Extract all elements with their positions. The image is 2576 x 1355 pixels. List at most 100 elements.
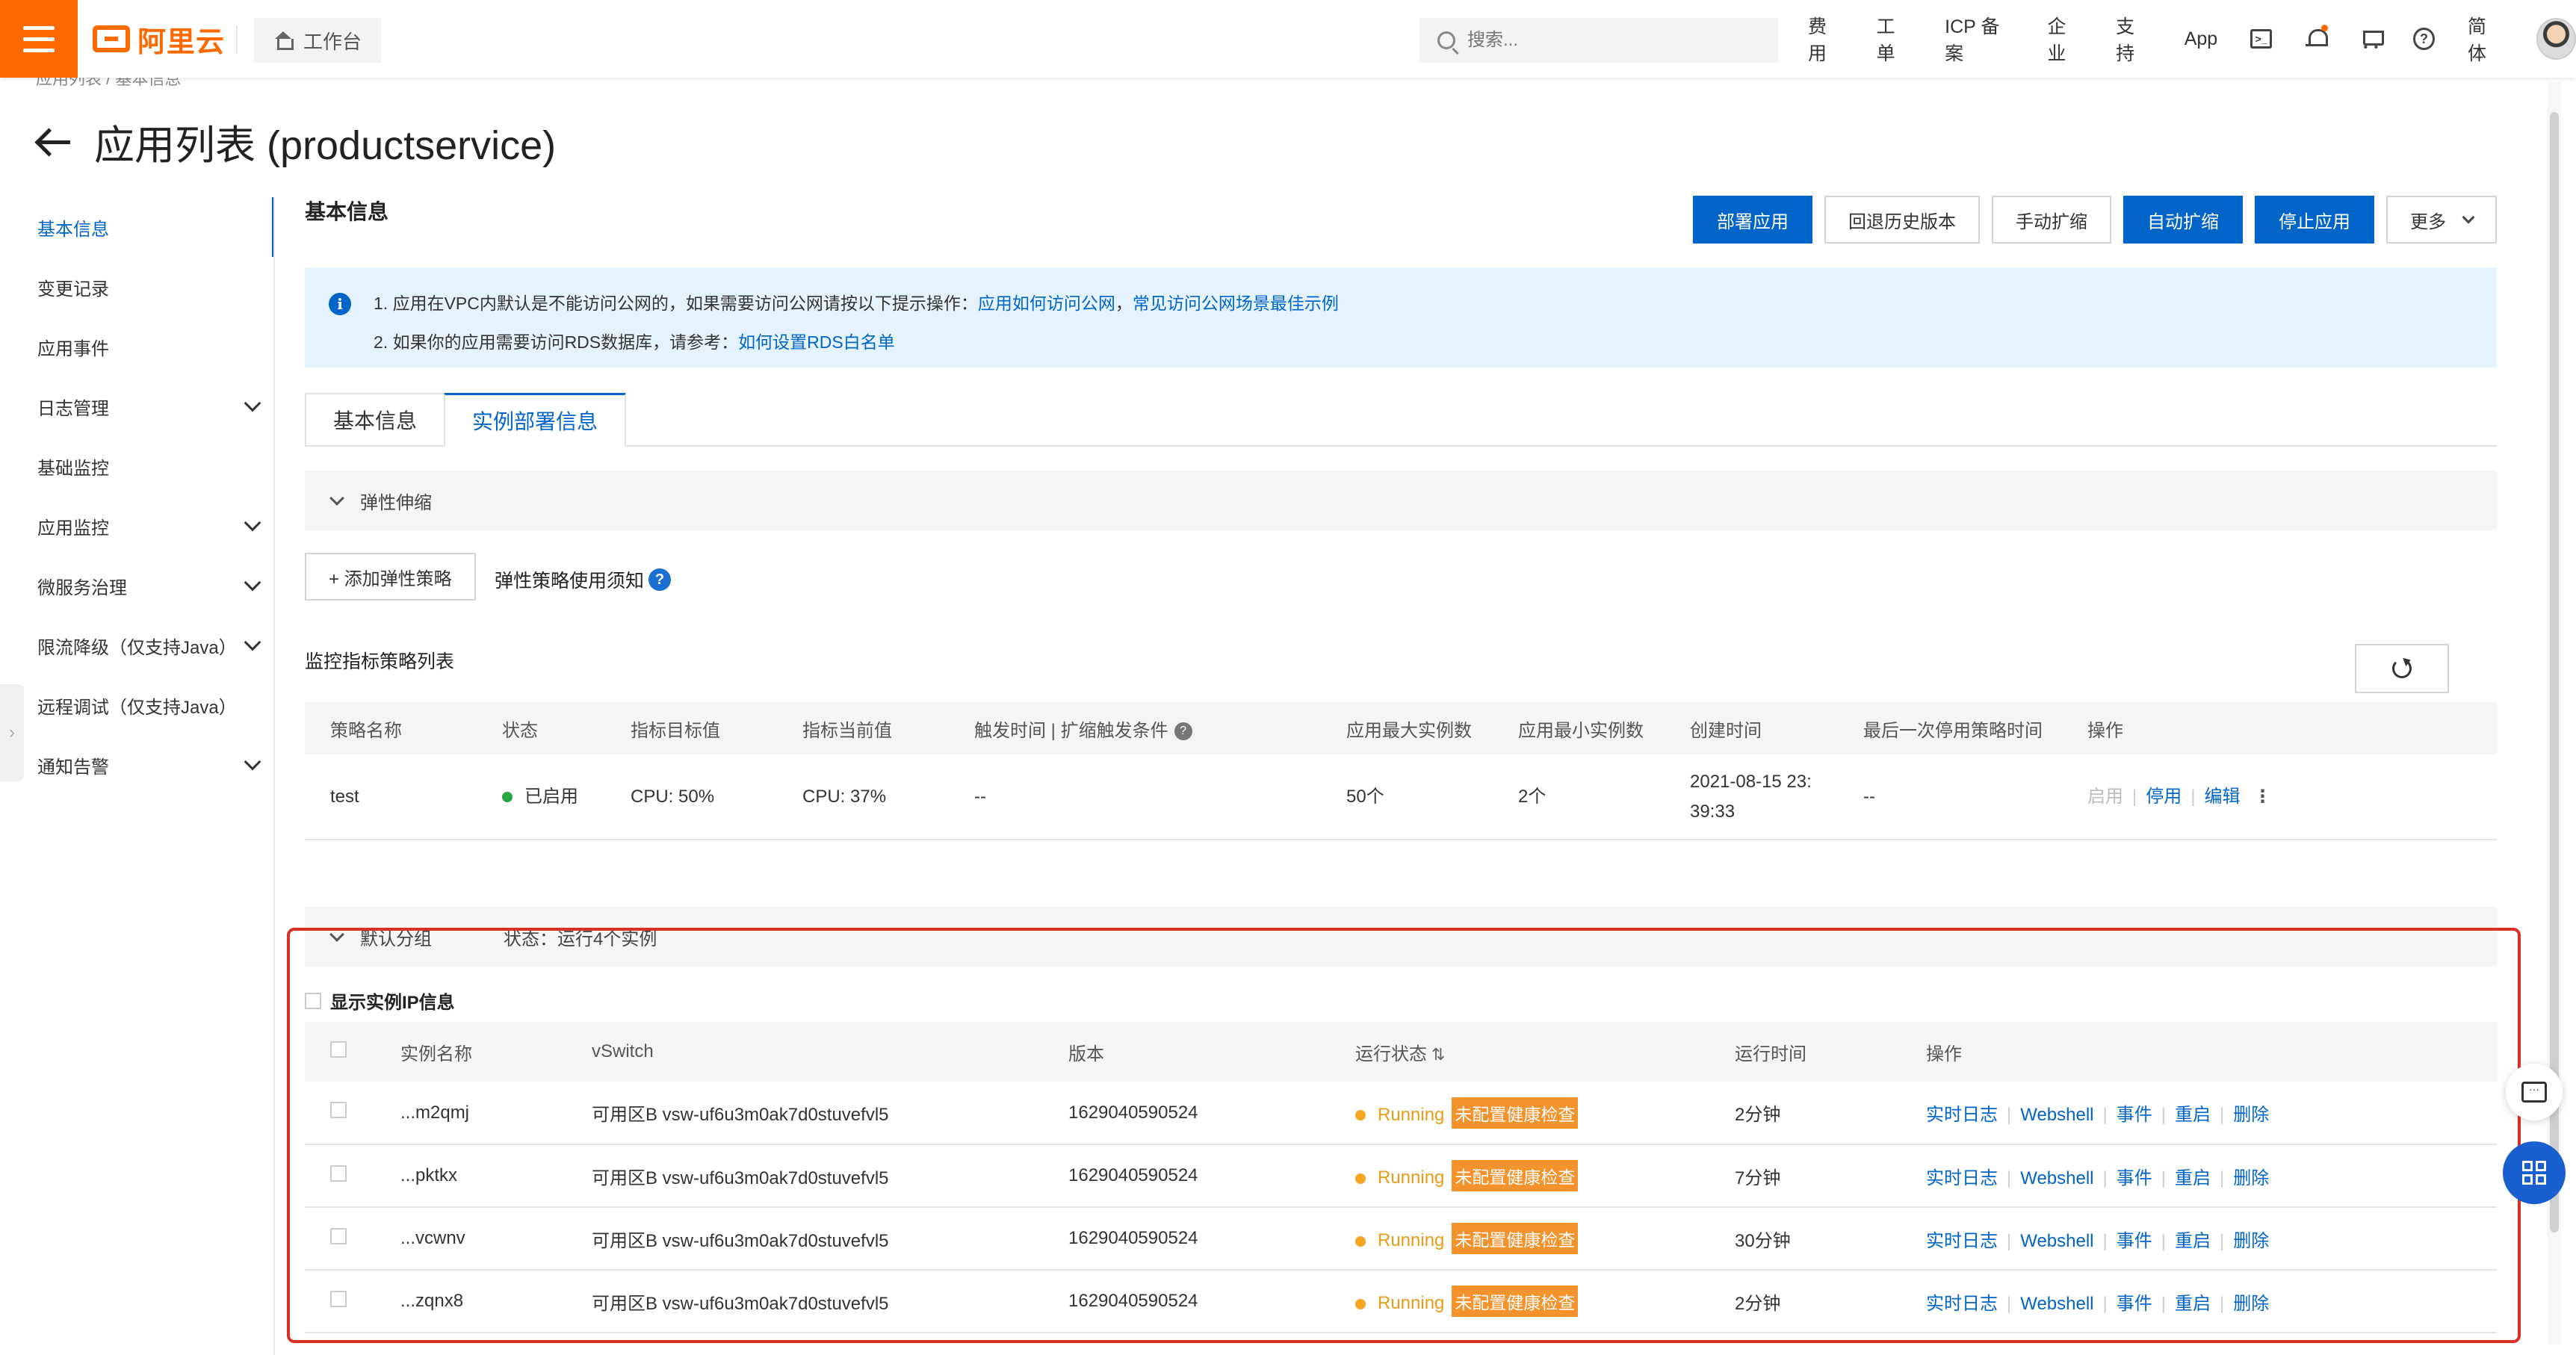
auto-scale-button[interactable]: 自动扩缩 bbox=[2123, 196, 2243, 244]
more-label: 更多 bbox=[2410, 211, 2446, 232]
tab-instance-deployment[interactable]: 实例部署信息 bbox=[444, 393, 627, 447]
help-icon[interactable]: ? bbox=[1174, 722, 1192, 741]
more-vertical-icon[interactable]: ⋮ bbox=[2253, 787, 2271, 807]
sidebar-item-microservice[interactable]: 微服务治理 bbox=[0, 556, 275, 616]
scrollbar-thumb[interactable] bbox=[2550, 112, 2559, 1232]
terminal-icon[interactable]: >_ bbox=[2250, 29, 2273, 49]
add-policy-button[interactable]: + 添加弹性策略 bbox=[305, 553, 476, 601]
chevron-down-icon bbox=[2462, 211, 2475, 224]
rollback-button[interactable]: 回退历史版本 bbox=[1824, 196, 1980, 244]
nav-support[interactable]: 支持 bbox=[2116, 12, 2152, 66]
notice-separator: ， bbox=[1115, 294, 1133, 313]
edit-link[interactable]: 编辑 bbox=[2204, 787, 2240, 807]
column-header: 操作 bbox=[2062, 702, 2497, 754]
policy-list-title: 监控指标策略列表 bbox=[305, 651, 455, 672]
disable-link[interactable]: 停用 bbox=[2146, 787, 2182, 807]
column-header: 创建时间 bbox=[1665, 702, 1838, 754]
language-switch[interactable]: 简体 bbox=[2468, 12, 2504, 66]
sidebar-item-alerts[interactable]: 通知告警 bbox=[0, 735, 275, 795]
more-dropdown[interactable]: 更多 bbox=[2386, 196, 2497, 244]
notification-dot bbox=[2320, 25, 2328, 31]
sidebar-item-rate-limiting[interactable]: 限流降级（仅支持Java） bbox=[0, 616, 275, 675]
info-notice: i 1. 应用在VPC内默认是不能访问公网的，如果需要访问公网请按以下提示操作：… bbox=[305, 267, 2497, 368]
link-public-access[interactable]: 应用如何访问公网 bbox=[978, 294, 1115, 313]
sidebar-item-label: 变更记录 bbox=[37, 279, 109, 300]
sidebar-item-remote-debug[interactable]: 远程调试（仅支持Java） bbox=[0, 675, 275, 735]
elastic-scaling-title: 弹性伸缩 bbox=[360, 492, 432, 513]
app-grid-button[interactable] bbox=[2503, 1141, 2566, 1204]
sidebar-item-log-management[interactable]: 日志管理 bbox=[0, 376, 275, 436]
feedback-button[interactable]: ··· bbox=[2506, 1064, 2563, 1120]
top-nav: 费用 工单 ICP 备案 企业 支持 App >_ ? 简体 bbox=[1808, 0, 2576, 78]
nav-app[interactable]: App bbox=[2185, 28, 2217, 50]
separator: | bbox=[2132, 786, 2137, 807]
created-clock: 39:33 bbox=[1690, 801, 1736, 822]
column-header: 最后一次停用策略时间 bbox=[1838, 702, 2062, 754]
help-icon[interactable]: ? bbox=[648, 568, 672, 591]
hamburger-menu-icon[interactable] bbox=[0, 0, 78, 78]
sidebar-item-app-monitoring[interactable]: 应用监控 bbox=[0, 496, 275, 556]
separator: | bbox=[2190, 786, 2196, 807]
sidebar-item-basic-monitoring[interactable]: 基础监控 bbox=[0, 436, 275, 496]
chat-icon: ··· bbox=[2521, 1082, 2547, 1103]
created-date: 2021-08-15 23: bbox=[1690, 771, 1812, 792]
bell-icon[interactable] bbox=[2305, 25, 2328, 50]
nav-icp[interactable]: ICP 备案 bbox=[1945, 12, 2014, 66]
link-best-practice[interactable]: 常见访问公网场景最佳示例 bbox=[1133, 294, 1339, 313]
chevron-down-icon bbox=[244, 633, 261, 651]
policy-note[interactable]: 弹性策略使用须知 ? bbox=[495, 566, 672, 593]
search-input[interactable] bbox=[1467, 30, 1751, 51]
sidebar-item-basic-info[interactable]: 基本信息 bbox=[0, 197, 275, 257]
policy-name: test bbox=[305, 754, 477, 840]
status-text: 已启用 bbox=[524, 786, 578, 807]
sidebar-item-change-log[interactable]: 变更记录 bbox=[0, 257, 275, 317]
table-row: test 已启用 CPU: 50% CPU: 37% -- 50个 2个 202… bbox=[305, 754, 2497, 840]
column-header-label: 触发时间 | 扩缩触发条件 bbox=[974, 720, 1168, 741]
column-header: 应用最小实例数 bbox=[1493, 702, 1665, 754]
divider bbox=[236, 25, 238, 54]
stop-app-button[interactable]: 停止应用 bbox=[2255, 196, 2374, 244]
chevron-down-icon bbox=[329, 491, 344, 506]
sidebar-item-label: 远程调试（仅支持Java） bbox=[37, 697, 237, 718]
enable-link: 启用 bbox=[2087, 786, 2123, 807]
sidebar-item-label: 通知告警 bbox=[37, 757, 109, 778]
search-box[interactable] bbox=[1419, 18, 1778, 63]
workbench-label: 工作台 bbox=[303, 30, 362, 53]
notice-line-2: 2. 如果你的应用需要访问RDS数据库，请参考：如何设置RDS白名单 bbox=[374, 323, 2497, 362]
back-arrow-icon[interactable] bbox=[34, 127, 72, 157]
action-toolbar: 部署应用 回退历史版本 手动扩缩 自动扩缩 停止应用 更多 bbox=[1693, 196, 2497, 244]
created-time: 2021-08-15 23: 39:33 bbox=[1665, 754, 1838, 840]
page-title: 应用列表 (productservice) bbox=[94, 123, 557, 168]
tab-basic-info[interactable]: 基本信息 bbox=[305, 393, 446, 447]
nav-fees[interactable]: 费用 bbox=[1808, 12, 1844, 66]
sidebar-toggle-handle[interactable]: › bbox=[0, 684, 24, 781]
nav-tickets[interactable]: 工单 bbox=[1877, 12, 1913, 66]
grid-icon bbox=[2522, 1161, 2546, 1185]
policy-operations: 启用 | 停用 | 编辑 ⋮ bbox=[2062, 754, 2497, 840]
manual-scale-button[interactable]: 手动扩缩 bbox=[1992, 196, 2111, 244]
tab-bar: 基本信息 实例部署信息 bbox=[305, 393, 2497, 447]
trigger-condition: -- bbox=[949, 754, 1321, 840]
logo-text: 阿里云 bbox=[137, 26, 226, 58]
help-icon[interactable]: ? bbox=[2413, 28, 2435, 50]
info-icon: i bbox=[329, 293, 351, 315]
avatar[interactable] bbox=[2536, 18, 2576, 60]
section-title: 基本信息 bbox=[305, 200, 389, 223]
deploy-button[interactable]: 部署应用 bbox=[1693, 196, 1812, 244]
column-header: 状态 bbox=[477, 702, 605, 754]
elastic-scaling-header[interactable]: 弹性伸缩 bbox=[305, 471, 2497, 530]
column-header: 应用最大实例数 bbox=[1321, 702, 1493, 754]
nav-enterprise[interactable]: 企业 bbox=[2048, 12, 2084, 66]
sidebar-item-label: 应用事件 bbox=[37, 338, 109, 359]
target-value: CPU: 50% bbox=[605, 754, 777, 840]
workbench-button[interactable]: 工作台 bbox=[254, 18, 382, 63]
chevron-down-icon bbox=[244, 574, 261, 592]
refresh-button[interactable] bbox=[2355, 644, 2449, 693]
sidebar-item-app-events[interactable]: 应用事件 bbox=[0, 317, 275, 376]
link-rds-whitelist[interactable]: 如何设置RDS白名单 bbox=[738, 332, 895, 352]
column-header: 指标目标值 bbox=[605, 702, 777, 754]
notice-text: 1. 应用在VPC内默认是不能访问公网的，如果需要访问公网请按以下提示操作： bbox=[374, 294, 978, 313]
top-bar: 阿里云 工作台 费用 工单 ICP 备案 企业 支持 App >_ ? 简体 bbox=[0, 0, 2576, 78]
aliyun-logo[interactable]: 阿里云 bbox=[93, 22, 225, 58]
cart-icon[interactable] bbox=[2359, 28, 2384, 55]
